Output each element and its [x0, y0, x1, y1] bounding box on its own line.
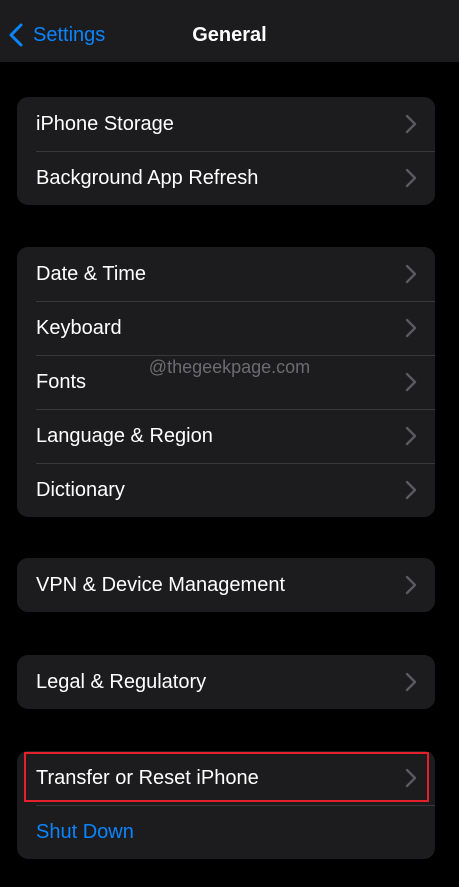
row-iphone-storage[interactable]: iPhone Storage — [17, 97, 435, 151]
row-label: VPN & Device Management — [36, 573, 286, 596]
chevron-right-icon — [405, 264, 417, 284]
chevron-right-icon — [405, 480, 417, 500]
chevron-right-icon — [405, 672, 417, 692]
shut-down-label: Shut Down — [36, 820, 134, 843]
row-label: Keyboard — [36, 316, 122, 339]
row-label: Legal & Regulatory — [36, 670, 207, 693]
row-label: Language & Region — [36, 424, 213, 447]
settings-group-reset: Transfer or Reset iPhone Shut Down — [17, 751, 435, 859]
row-label: Background App Refresh — [36, 166, 259, 189]
row-label: Fonts — [36, 370, 87, 393]
row-date-time[interactable]: Date & Time — [17, 247, 435, 301]
row-legal-regulatory[interactable]: Legal & Regulatory — [17, 655, 435, 709]
row-fonts[interactable]: Fonts — [17, 355, 435, 409]
chevron-right-icon — [405, 168, 417, 188]
row-background-app-refresh[interactable]: Background App Refresh — [17, 151, 435, 205]
row-label: Dictionary — [36, 478, 125, 501]
chevron-right-icon — [405, 575, 417, 595]
chevron-right-icon — [405, 318, 417, 338]
chevron-right-icon — [405, 114, 417, 134]
settings-group-input: Date & Time Keyboard Fonts Language & Re… — [17, 247, 435, 517]
row-label: iPhone Storage — [36, 112, 174, 135]
chevron-right-icon — [405, 426, 417, 446]
row-keyboard[interactable]: Keyboard — [17, 301, 435, 355]
settings-group-storage: iPhone Storage Background App Refresh — [17, 97, 435, 205]
settings-group-vpn: VPN & Device Management — [17, 558, 435, 612]
row-dictionary[interactable]: Dictionary — [17, 463, 435, 517]
navigation-bar: Settings General — [0, 0, 459, 62]
row-vpn-device-management[interactable]: VPN & Device Management — [17, 558, 435, 612]
row-language-region[interactable]: Language & Region — [17, 409, 435, 463]
settings-group-legal: Legal & Regulatory — [17, 655, 435, 709]
page-title: General — [192, 24, 267, 46]
row-label: Transfer or Reset iPhone — [36, 766, 259, 789]
row-shut-down[interactable]: Shut Down — [17, 805, 435, 859]
chevron-right-icon — [405, 372, 417, 392]
row-transfer-reset-iphone[interactable]: Transfer or Reset iPhone — [17, 751, 435, 805]
chevron-right-icon — [405, 768, 417, 788]
row-label: Date & Time — [36, 262, 147, 285]
